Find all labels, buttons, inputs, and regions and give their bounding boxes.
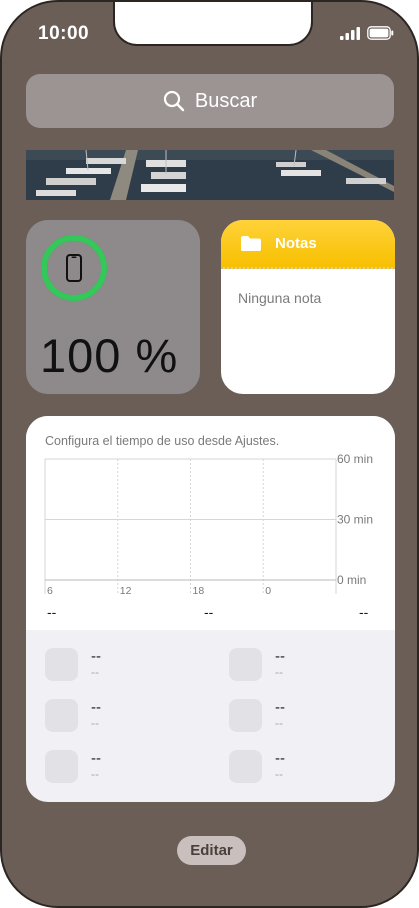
app-time: -- xyxy=(91,699,101,716)
screen-time-chart: 60 min 30 min 0 min 6 12 18 0 xyxy=(44,452,373,597)
app-usage-row[interactable]: -- -- xyxy=(229,648,389,684)
notes-header: Notas xyxy=(221,220,395,269)
notch xyxy=(113,2,313,46)
y-tick-label: 60 min xyxy=(337,452,373,466)
screen-time-chart-area: Configura el tiempo de uso desde Ajustes… xyxy=(26,416,395,630)
app-name: -- xyxy=(275,767,283,781)
app-time: -- xyxy=(91,648,101,665)
phone-frame: 10:00 Buscar 100 % Notas Ninguna nota Co… xyxy=(0,0,419,908)
app-icon-placeholder xyxy=(229,750,262,783)
summary-2: -- xyxy=(204,604,214,620)
app-name: -- xyxy=(91,665,99,679)
status-time: 10:00 xyxy=(38,23,90,44)
x-tick-label: 18 xyxy=(193,585,205,597)
notes-widget[interactable]: Notas Ninguna nota xyxy=(221,220,395,394)
app-usage-row[interactable]: -- -- xyxy=(45,699,205,735)
battery-widget[interactable]: 100 % xyxy=(26,220,200,394)
app-time: -- xyxy=(275,699,285,716)
folder-icon xyxy=(241,236,261,251)
app-usage-row[interactable]: -- -- xyxy=(45,750,205,786)
app-icon-placeholder xyxy=(45,699,78,732)
app-icon-placeholder xyxy=(229,699,262,732)
app-icon-placeholder xyxy=(229,648,262,681)
notes-title: Notas xyxy=(275,235,317,252)
app-usage-row[interactable]: -- -- xyxy=(229,750,389,786)
app-icon-placeholder xyxy=(45,648,78,681)
app-time: -- xyxy=(91,750,101,767)
search-placeholder: Buscar xyxy=(194,89,258,112)
notes-empty-text: Ninguna nota xyxy=(238,290,322,306)
battery-icon xyxy=(367,26,394,40)
edit-button[interactable]: Editar xyxy=(177,836,246,865)
search-icon xyxy=(163,90,185,112)
battery-percentage: 100 % xyxy=(40,329,179,382)
x-tick-label: 0 xyxy=(265,585,271,597)
app-name: -- xyxy=(275,665,283,679)
y-tick-label: 0 min xyxy=(337,573,366,587)
app-time: -- xyxy=(275,750,285,767)
marina-photo xyxy=(26,150,394,200)
iphone-icon xyxy=(66,254,82,282)
app-name: -- xyxy=(91,767,99,781)
x-tick-label: 6 xyxy=(47,585,53,597)
app-name: -- xyxy=(275,716,283,730)
signal-icon xyxy=(340,26,360,40)
app-usage-row[interactable]: -- -- xyxy=(229,699,389,735)
app-usage-row[interactable]: -- -- xyxy=(45,648,205,684)
y-tick-label: 30 min xyxy=(337,513,373,527)
app-time: -- xyxy=(275,648,285,665)
app-icon-placeholder xyxy=(45,750,78,783)
search-bar[interactable]: Buscar xyxy=(26,74,394,128)
app-name: -- xyxy=(91,716,99,730)
status-icons xyxy=(340,26,394,40)
summary-1: -- xyxy=(47,604,57,620)
screen-time-widget[interactable]: Configura el tiempo de uso desde Ajustes… xyxy=(26,416,395,802)
summary-3: -- xyxy=(359,604,369,620)
x-tick-label: 12 xyxy=(120,585,132,597)
